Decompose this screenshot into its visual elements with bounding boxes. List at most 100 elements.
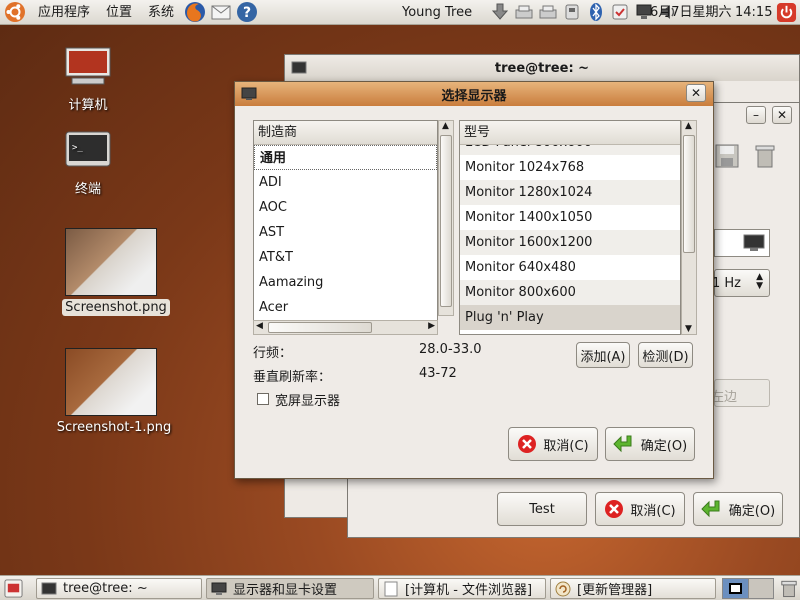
vendor-vscroll-thumb[interactable] [440,135,452,307]
vendor-item[interactable]: AOC [254,195,437,220]
hsync-value: 28.0-33.0 [419,342,482,357]
refresh-rate-select[interactable]: 1 Hz ▲ ▼ [712,269,770,297]
terminal-icon: >_ [65,131,111,167]
menu-places[interactable]: 位置 [98,0,140,25]
model-vscroll-thumb[interactable] [683,135,695,253]
printer-icon[interactable] [514,2,534,22]
model-item[interactable]: Monitor 1600x1200 [460,230,680,255]
workspace-2[interactable] [748,579,773,598]
printer-icon[interactable] [538,2,558,22]
display-ok-button[interactable]: 确定(O) [693,492,783,526]
panel-user-name[interactable]: Young Tree [402,0,472,25]
vendor-item[interactable]: Aamazing [254,270,437,295]
desktop-icon-screenshot-1[interactable]: Screenshot-1.png [52,348,176,436]
model-list[interactable]: 型号 LCD Panel 800x600 Monitor 1024x768 Mo… [459,120,681,335]
bottom-panel: tree@tree: ~ 显示器和显卡设置 [计算机 - 文件浏览器] [更新管… [0,575,800,600]
svg-text:>_: >_ [72,143,83,153]
ok-arrow-icon [613,435,632,453]
monitor-icon [211,582,227,595]
vrefresh-label: 垂直刷新率： [253,370,332,385]
task-display-settings[interactable]: 显示器和显卡设置 [206,578,374,599]
computer-icon [65,47,111,85]
position-select[interactable]: 左边 [711,379,770,407]
vendor-horizontal-scrollbar[interactable]: ◀ ▶ [253,320,438,335]
firefox-icon[interactable] [184,1,206,23]
model-list-body: LCD Panel 800x600 Monitor 1024x768 Monit… [460,145,680,334]
mail-icon[interactable] [210,1,232,23]
vendor-item[interactable]: AST [254,220,437,245]
scroll-up-arrow-icon[interactable]: ▲ [685,121,692,131]
vrefresh-value: 43-72 [419,366,457,381]
shutdown-icon[interactable] [776,2,797,23]
vendor-item[interactable]: 通用 [254,145,437,170]
monitor-icon [743,234,765,251]
model-item[interactable]: Monitor 1280x1024 [460,180,680,205]
desktop-icon-screenshot[interactable]: Screenshot.png [56,228,176,316]
update-icon[interactable] [610,2,630,22]
display-cancel-button[interactable]: 取消(C) [595,492,685,526]
panel-date[interactable]: 6月7日星期六 [650,0,732,25]
desktop-icon-label: 终端 [74,182,101,197]
scroll-up-arrow-icon[interactable]: ▲ [442,121,449,131]
scroll-down-arrow-icon[interactable]: ▼ [685,324,692,334]
model-item[interactable]: Monitor 1400x1050 [460,205,680,230]
ok-arrow-icon [701,500,720,518]
desktop-icon-label: Screenshot.png [62,299,170,316]
terminal-titlebar[interactable]: tree@tree: ~ [285,55,799,81]
task-update-manager[interactable]: [更新管理器] [550,578,716,599]
task-file-browser[interactable]: [计算机 - 文件浏览器] [378,578,546,599]
terminal-window-icon [291,61,307,74]
widescreen-checkbox[interactable] [257,393,269,405]
vendor-item[interactable]: AT&T [254,245,437,270]
model-list-header[interactable]: 型号 [460,121,680,145]
widescreen-label[interactable]: 宽屏显示器 [275,390,340,409]
scroll-right-arrow-icon[interactable]: ▶ [428,321,435,331]
trash-icon[interactable] [752,143,778,169]
dialog-cancel-button[interactable]: 取消(C) [508,427,598,461]
task-terminal[interactable]: tree@tree: ~ [36,578,202,599]
model-item[interactable]: Monitor 1024x768 [460,155,680,180]
vendor-hscroll-thumb[interactable] [268,322,372,333]
show-desktop-icon[interactable] [4,579,23,598]
usb-icon[interactable] [562,2,582,22]
detect-button[interactable]: 检测(D) [638,342,693,368]
dialog-title: 选择显示器 [441,88,507,104]
desktop-icon-terminal[interactable]: >_ 终端 [58,130,118,198]
cancel-icon [605,500,624,518]
vendor-list-header[interactable]: 制造商 [254,121,437,145]
model-item[interactable]: Monitor 640x480 [460,255,680,280]
dialog-ok-button[interactable]: 确定(O) [605,427,695,461]
model-item-selected[interactable]: Plug 'n' Play [460,305,680,330]
dialog-close-button[interactable]: ✕ [686,84,706,102]
vendor-vertical-scrollbar[interactable]: ▲ [438,120,454,316]
workspace-switcher[interactable] [722,578,774,599]
vendor-item[interactable]: ADI [254,170,437,195]
trash-icon[interactable] [780,579,798,598]
floppy-save-icon[interactable] [714,143,740,169]
help-icon[interactable]: ? [236,1,258,23]
close-button[interactable]: ✕ [772,106,792,124]
scroll-left-arrow-icon[interactable]: ◀ [256,321,263,331]
select-monitor-dialog[interactable]: 选择显示器 ✕ 制造商 通用 ADI AOC AST AT&T Aamazing… [234,81,714,479]
panel-time[interactable]: 14:15 [735,0,772,25]
add-button[interactable]: 添加(A) [576,342,630,368]
menu-system[interactable]: 系统 [140,0,182,25]
vendor-list[interactable]: 制造商 通用 ADI AOC AST AT&T Aamazing Acer [253,120,438,335]
terminal-icon [41,582,57,594]
bluetooth-icon[interactable] [586,2,606,22]
minimize-button[interactable]: – [746,106,766,124]
ubuntu-logo-icon[interactable] [4,1,26,23]
model-vertical-scrollbar[interactable]: ▲ ▼ [681,120,697,335]
dialog-titlebar[interactable]: 选择显示器 ✕ [235,82,713,106]
workspace-1[interactable] [723,579,749,598]
image-thumbnail [65,348,157,416]
model-item[interactable]: LCD Panel 800x600 [460,145,680,155]
monitor-field[interactable] [714,229,770,257]
download-icon[interactable] [490,2,510,22]
menu-applications[interactable]: 应用程序 [30,0,98,25]
model-item[interactable]: Monitor 800x600 [460,280,680,305]
desktop-icon-computer[interactable]: 计算机 [58,46,118,114]
select-arrows-icon: ▲ ▼ [756,272,763,291]
vendor-item[interactable]: Acer [254,295,437,320]
test-button[interactable]: Test [497,492,587,526]
